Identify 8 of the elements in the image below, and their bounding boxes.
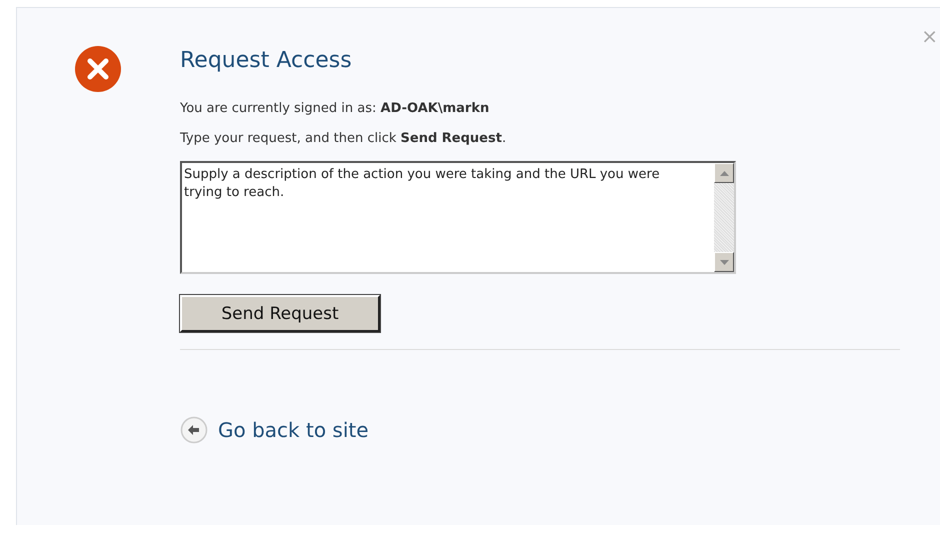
up-arrow-icon[interactable] — [720, 170, 728, 176]
down-arrow-icon[interactable] — [720, 260, 728, 264]
instruction-text: Type your request, and then click Send Request. — [180, 131, 506, 146]
dialog-title: Request Access — [180, 48, 352, 73]
signed-in-text: You are currently signed in as: AD-OAK\markn — [180, 101, 490, 116]
go-back-link[interactable]: Go back to site — [180, 416, 369, 444]
error-icon — [74, 45, 122, 93]
send-request-button[interactable]: Send Request — [180, 295, 380, 332]
